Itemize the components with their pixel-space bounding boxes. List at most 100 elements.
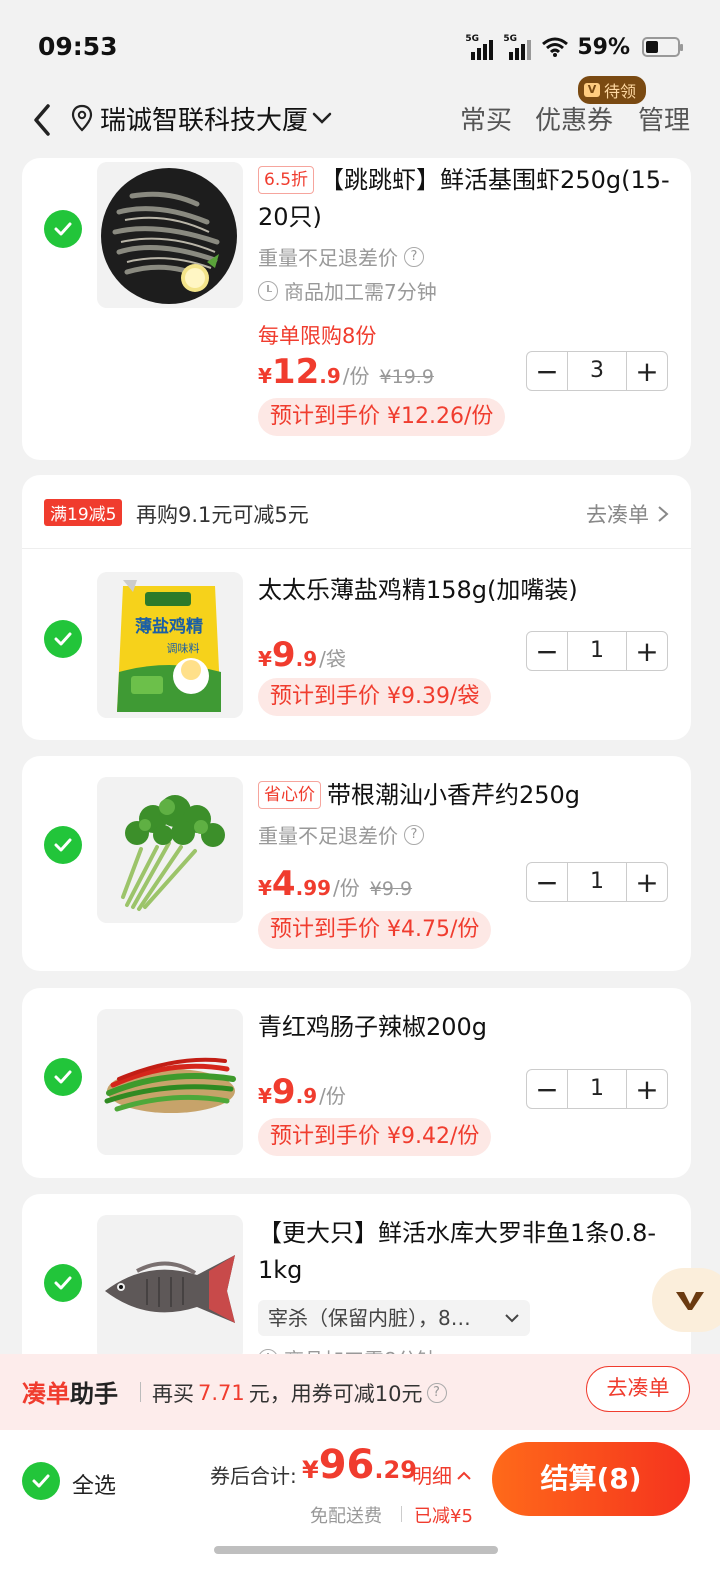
- total-price: ¥96.29: [302, 1442, 417, 1488]
- product-image-tilapia[interactable]: [97, 1215, 243, 1361]
- quantity-stepper: − 1 +: [526, 631, 668, 671]
- item-title[interactable]: 青红鸡肠子辣椒200g: [258, 1009, 678, 1046]
- quantity-value[interactable]: 3: [567, 352, 627, 390]
- item-title[interactable]: 【更大只】鲜活水库大罗非鱼1条0.8-1kg: [258, 1215, 678, 1289]
- quantity-stepper: − 3 +: [526, 351, 668, 391]
- free-shipping-note: 免配送费: [310, 1506, 382, 1527]
- increase-button[interactable]: +: [627, 863, 667, 901]
- svg-text:调味料: 调味料: [167, 641, 200, 655]
- decrease-button[interactable]: −: [527, 863, 567, 901]
- promo-text: 再购9.1元可减5元: [136, 503, 309, 527]
- product-image-celery[interactable]: [97, 777, 243, 923]
- item-price: ¥12.9/份 ¥19.9: [258, 352, 434, 392]
- original-price: ¥9.9: [369, 878, 413, 900]
- original-price: ¥19.9: [379, 366, 434, 388]
- decrease-button[interactable]: −: [527, 352, 567, 390]
- cellular-signal-icon: 5G: [503, 34, 533, 60]
- coupons-link[interactable]: 优惠券: [535, 100, 613, 137]
- battery-percent: 59%: [577, 34, 630, 60]
- header: 瑞诚智联科技大厦 常买 优惠券 管理 V 待领: [0, 76, 720, 158]
- product-image-chili-peppers[interactable]: [97, 1009, 243, 1155]
- quantity-value[interactable]: 1: [567, 863, 627, 901]
- quantity-stepper: − 1 +: [526, 1069, 668, 1109]
- product-image-shrimp[interactable]: [97, 162, 243, 308]
- cellular-signal-icon: 5G: [465, 34, 495, 60]
- manage-link[interactable]: 管理: [638, 100, 690, 137]
- processing-time-note: 商品加工需7分钟: [258, 276, 437, 305]
- cart-item-card: 省心价 带根潮汕小香芹约250g 重量不足退差价? ¥4.99/份 ¥9.9 预计到…: [22, 756, 691, 971]
- weight-refund-note: 重量不足退差价?: [258, 242, 424, 271]
- floating-vip-button[interactable]: [652, 1268, 720, 1332]
- add-on-helper-bar: 凑单助手 再买 7.71 元，用券可减10元 ? 去凑单: [0, 1354, 720, 1430]
- helper-text: 再买 7.71 元，用券可减10元 ?: [152, 1378, 447, 1408]
- decrease-button[interactable]: −: [527, 632, 567, 670]
- estimated-price: 预计到手价 ¥4.75/份: [258, 911, 492, 949]
- quantity-value[interactable]: 1: [567, 1070, 627, 1108]
- estimated-price: 预计到手价 ¥12.26/份: [258, 398, 506, 436]
- total-label: 券后合计:: [210, 1464, 297, 1488]
- price-detail-toggle[interactable]: 明细: [412, 1460, 472, 1489]
- item-price: ¥9.9/份: [258, 1072, 346, 1112]
- item-checkbox[interactable]: [44, 1264, 82, 1302]
- select-all-label[interactable]: 全选: [72, 1468, 116, 1500]
- increase-button[interactable]: +: [627, 1070, 667, 1108]
- decrease-button[interactable]: −: [527, 1070, 567, 1108]
- quantity-value[interactable]: 1: [567, 632, 627, 670]
- item-title[interactable]: 太太乐薄盐鸡精158g(加嘴装): [258, 572, 678, 609]
- item-checkbox[interactable]: [44, 826, 82, 864]
- add-on-link[interactable]: 去凑单: [586, 499, 669, 529]
- purchase-limit: 每单限购8份: [258, 324, 377, 348]
- frequently-bought-link[interactable]: 常买: [460, 100, 512, 137]
- chevron-down-icon: [505, 1314, 519, 1323]
- promo-tag: 满19减5: [44, 499, 123, 526]
- back-arrow-icon[interactable]: [28, 100, 58, 140]
- item-checkbox[interactable]: [44, 210, 82, 248]
- battery-icon: [642, 37, 683, 57]
- item-title[interactable]: 6.5折 【跳跳虾】鲜活基围虾250g(15-20只): [258, 162, 678, 236]
- estimated-price: 预计到手价 ¥9.39/袋: [258, 678, 492, 716]
- checkout-button[interactable]: 结算(8): [492, 1442, 690, 1516]
- status-icons: 5G 5G 59%: [465, 34, 683, 60]
- increase-button[interactable]: +: [627, 352, 667, 390]
- discount-tag: 6.5折: [258, 166, 315, 194]
- svg-text:薄盐鸡精: 薄盐鸡精: [135, 616, 203, 637]
- estimated-price: 预计到手价 ¥9.42/份: [258, 1118, 492, 1156]
- help-icon[interactable]: ?: [404, 246, 424, 267]
- home-indicator[interactable]: [214, 1546, 498, 1554]
- product-image-chicken-essence[interactable]: 薄盐鸡精 调味料: [97, 572, 243, 718]
- spec-selector[interactable]: 宰杀（保留内脏），8…: [258, 1300, 530, 1336]
- weight-refund-note: 重量不足退差价?: [258, 820, 424, 849]
- add-on-button[interactable]: 去凑单: [586, 1366, 690, 1412]
- promo-group-card: 满19减5 再购9.1元可减5元 去凑单 薄盐鸡精 调味料 太太乐薄盐鸡精158…: [22, 475, 691, 740]
- cart-item-card: 青红鸡肠子辣椒200g ¥9.9/份 预计到手价 ¥9.42/份 − 1 +: [22, 988, 691, 1178]
- vip-icon: V: [584, 83, 600, 97]
- promo-row[interactable]: 满19减5 再购9.1元可减5元 去凑单: [22, 475, 691, 549]
- item-price: ¥4.99/份 ¥9.9: [258, 864, 413, 904]
- wifi-icon: [542, 37, 569, 57]
- help-icon[interactable]: ?: [426, 1383, 447, 1403]
- item-checkbox[interactable]: [44, 1058, 82, 1096]
- clock-icon: [258, 280, 278, 301]
- helper-title: 凑单助手: [22, 1380, 118, 1408]
- coupon-pending-badge[interactable]: V 待领: [578, 76, 647, 104]
- location-pin-icon: [71, 104, 93, 132]
- saved-amount: 已减¥5: [414, 1506, 473, 1527]
- checkout-bar: 全选 券后合计: ¥96.29 明细 免配送费 已减¥5 结算(8): [0, 1430, 720, 1584]
- divider: [140, 1382, 141, 1402]
- chevron-right-icon: [658, 506, 669, 522]
- item-price: ¥9.9/袋: [258, 635, 346, 675]
- item-checkbox[interactable]: [44, 620, 82, 658]
- delivery-address[interactable]: 瑞诚智联科技大厦: [100, 100, 308, 137]
- value-price-tag: 省心价: [258, 781, 321, 809]
- help-icon[interactable]: ?: [404, 824, 424, 845]
- item-title[interactable]: 省心价 带根潮汕小香芹约250g: [258, 777, 678, 814]
- chevron-down-icon[interactable]: [310, 106, 334, 130]
- chevron-up-icon: [457, 1471, 471, 1480]
- cart-item-card: 6.5折 【跳跳虾】鲜活基围虾250g(15-20只) 重量不足退差价? 商品加工…: [22, 158, 691, 460]
- divider: [401, 1506, 402, 1522]
- increase-button[interactable]: +: [627, 632, 667, 670]
- status-time: 09:53: [38, 32, 118, 61]
- vip-logo-icon: [676, 1291, 704, 1310]
- quantity-stepper: − 1 +: [526, 862, 668, 902]
- select-all-checkbox[interactable]: [22, 1462, 60, 1500]
